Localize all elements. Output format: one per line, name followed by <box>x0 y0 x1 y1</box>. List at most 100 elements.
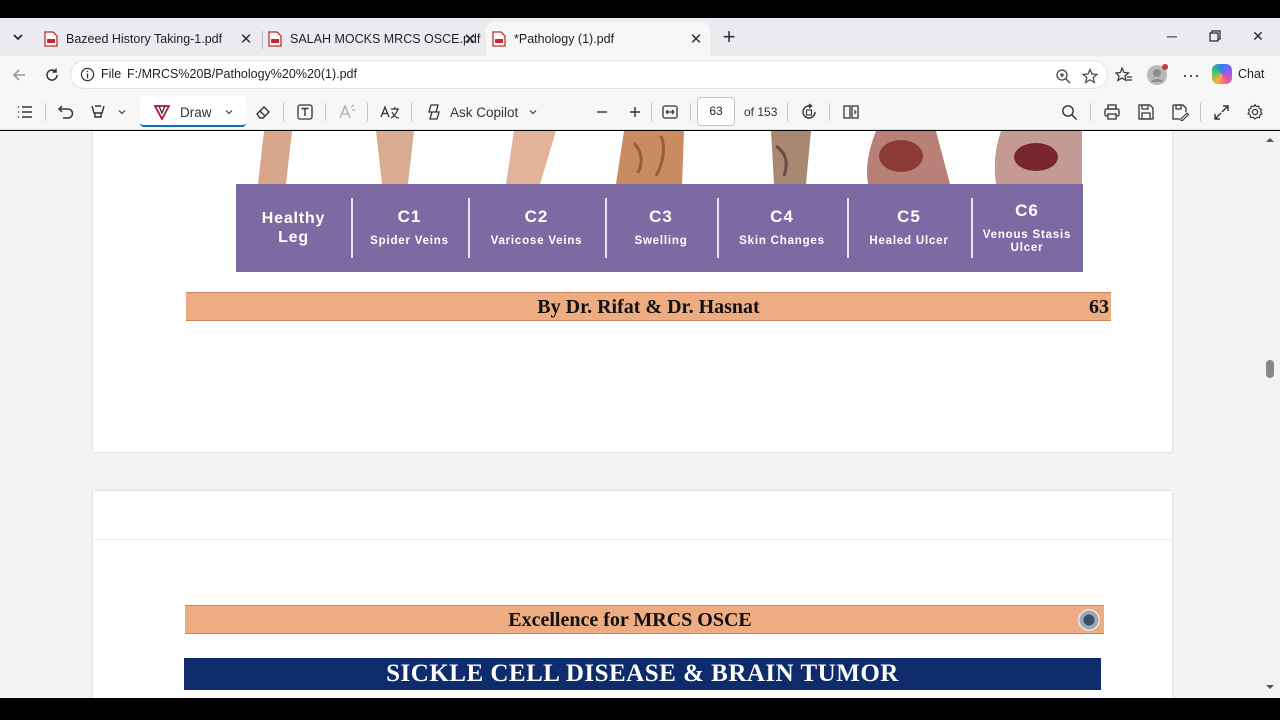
draw-pen-icon <box>154 105 170 120</box>
ceap-code: C4 <box>770 207 794 227</box>
zoom-out-button[interactable] <box>595 101 609 123</box>
pdf-viewport[interactable]: Healthy Leg C1 Spider Veins C2 Varicose … <box>0 131 1280 698</box>
favorite-star-icon[interactable] <box>1081 67 1099 85</box>
fit-page-button[interactable] <box>661 101 679 123</box>
toolbar-divider <box>367 103 368 121</box>
draw-button[interactable]: Draw <box>140 96 246 127</box>
save-button[interactable] <box>1137 101 1155 123</box>
avatar-icon <box>1147 64 1168 85</box>
restore-button[interactable] <box>1205 26 1225 46</box>
tab-actions-menu[interactable] <box>6 25 30 49</box>
tab-bazeed[interactable]: Bazeed History Taking-1.pdf ✕ <box>38 22 260 56</box>
toolbar-divider <box>1200 103 1201 121</box>
rotate-icon <box>802 103 816 119</box>
ceap-code: C5 <box>897 207 921 227</box>
settings-button[interactable] <box>1246 101 1264 123</box>
ask-copilot-label: Ask Copilot <box>450 104 519 120</box>
address-bar[interactable]: File F:/MRCS%20B/Pathology%20%20(1).pdf <box>70 60 1108 89</box>
tab-strip: Bazeed History Taking-1.pdf ✕ SALAH MOCK… <box>0 18 1280 56</box>
page-total: of 153 <box>744 105 778 119</box>
vertical-scrollbar[interactable] <box>1264 131 1276 698</box>
draw-options-dropdown[interactable] <box>224 101 234 123</box>
info-icon <box>80 67 95 82</box>
leg-photos-image <box>236 131 1082 184</box>
scroll-down-arrow-icon <box>1266 685 1274 689</box>
more-options-button[interactable]: ··· <box>1180 64 1202 86</box>
ceap-cell-c6: C6 Venous Stasis Ulcer <box>971 184 1083 272</box>
ceap-desc: Healed Ulcer <box>869 235 949 248</box>
close-window-button[interactable]: ✕ <box>1248 26 1268 46</box>
close-tab-icon[interactable]: ✕ <box>688 31 704 48</box>
page-top-rule <box>93 539 1172 540</box>
highlight-options-dropdown[interactable] <box>117 101 127 123</box>
find-button[interactable] <box>1061 101 1078 123</box>
expand-icon <box>1214 104 1229 120</box>
toolbar-divider <box>690 103 691 121</box>
save-icon <box>1138 104 1154 120</box>
print-icon <box>1104 104 1120 120</box>
close-tab-icon[interactable]: ✕ <box>238 31 254 48</box>
erase-button[interactable] <box>254 101 272 123</box>
url-text[interactable]: F:/MRCS%20B/Pathology%20%20(1).pdf <box>127 67 357 81</box>
translate-button[interactable] <box>380 101 400 123</box>
save-as-button[interactable] <box>1171 101 1189 123</box>
tab-label: Bazeed History Taking-1.pdf <box>66 32 223 46</box>
fit-width-icon <box>662 105 678 119</box>
highlight-button[interactable] <box>89 101 107 123</box>
pdf-file-icon <box>268 31 282 47</box>
copilot-chat-button[interactable]: Chat <box>1212 61 1264 87</box>
footer-page-number: 63 <box>1089 296 1109 318</box>
rotate-button[interactable] <box>800 101 818 123</box>
print-button[interactable] <box>1103 101 1121 123</box>
ceap-code: C3 <box>649 207 673 227</box>
page-view-icon <box>843 105 859 119</box>
ceap-desc: Venous Stasis Ulcer <box>982 228 1072 254</box>
favorites-button[interactable] <box>1113 64 1135 86</box>
scheme-label: File <box>101 67 122 81</box>
zoom-icon[interactable] <box>1054 67 1072 85</box>
page-footer-band: By Dr. Rifat & Dr. Hasnat 63 <box>186 292 1111 321</box>
refresh-button[interactable] <box>41 64 63 86</box>
back-button[interactable] <box>8 64 30 86</box>
tab-salah[interactable]: SALAH MOCKS MRCS OSCE.pdf ✕ <box>262 22 484 56</box>
ask-copilot-button[interactable]: Ask Copilot <box>425 101 538 123</box>
new-tab-button[interactable]: + <box>718 26 740 48</box>
page-number-input[interactable]: 63 <box>697 97 735 126</box>
pdf-page-64: Excellence for MRCS OSCE SICKLE CELL DIS… <box>93 491 1172 698</box>
scrollbar-thumb[interactable] <box>1266 360 1274 378</box>
header-text: Excellence for MRCS OSCE <box>508 609 752 631</box>
page-header-band: Excellence for MRCS OSCE <box>185 605 1104 634</box>
chevron-down-icon <box>13 34 23 41</box>
pdf-page-63: Healthy Leg C1 Spider Veins C2 Varicose … <box>93 131 1172 452</box>
add-text-button[interactable] <box>296 101 314 123</box>
profile-avatar[interactable] <box>1146 64 1168 86</box>
ceap-desc: Varicose Veins <box>490 235 583 248</box>
screen-bottom-edge <box>0 698 1280 720</box>
tab-pathology[interactable]: *Pathology (1).pdf ✕ <box>486 22 710 56</box>
toolbar-divider <box>1090 103 1091 121</box>
ceap-desc: Spider Veins <box>370 235 449 248</box>
tab-label: SALAH MOCKS MRCS OSCE.pdf <box>290 32 481 46</box>
chapter-title-band: SICKLE CELL DISEASE & BRAIN TUMOR <box>184 658 1101 690</box>
screen: Bazeed History Taking-1.pdf ✕ SALAH MOCK… <box>0 0 1280 720</box>
toolbar-divider <box>325 103 326 121</box>
read-aloud-button[interactable] <box>338 101 356 123</box>
ceap-cell-healthy: Healthy Leg <box>236 184 351 272</box>
chevron-down-icon <box>225 110 233 115</box>
navigation-bar: File F:/MRCS%20B/Pathology%20%20(1).pdf … <box>0 56 1280 93</box>
ceap-cell-c2: C2 Varicose Veins <box>468 184 605 272</box>
chat-label: Chat <box>1238 67 1265 81</box>
pdf-toolbar: Draw Ask Copilot 63 of 153 <box>0 93 1280 130</box>
ceap-code: C6 <box>1015 200 1039 220</box>
contents-button[interactable] <box>16 101 34 123</box>
page-view-button[interactable] <box>842 101 860 123</box>
pdf-file-icon <box>492 31 506 47</box>
ceap-code: C1 <box>397 207 422 227</box>
undo-button[interactable] <box>57 101 75 123</box>
minimize-button[interactable]: ─ <box>1162 26 1182 46</box>
zoom-in-button[interactable] <box>628 101 642 123</box>
close-tab-icon[interactable]: ✕ <box>462 31 478 48</box>
ceap-cell-c4: C4 Skin Changes <box>717 184 847 272</box>
fullscreen-button[interactable] <box>1213 101 1230 123</box>
text-box-icon <box>297 104 313 120</box>
